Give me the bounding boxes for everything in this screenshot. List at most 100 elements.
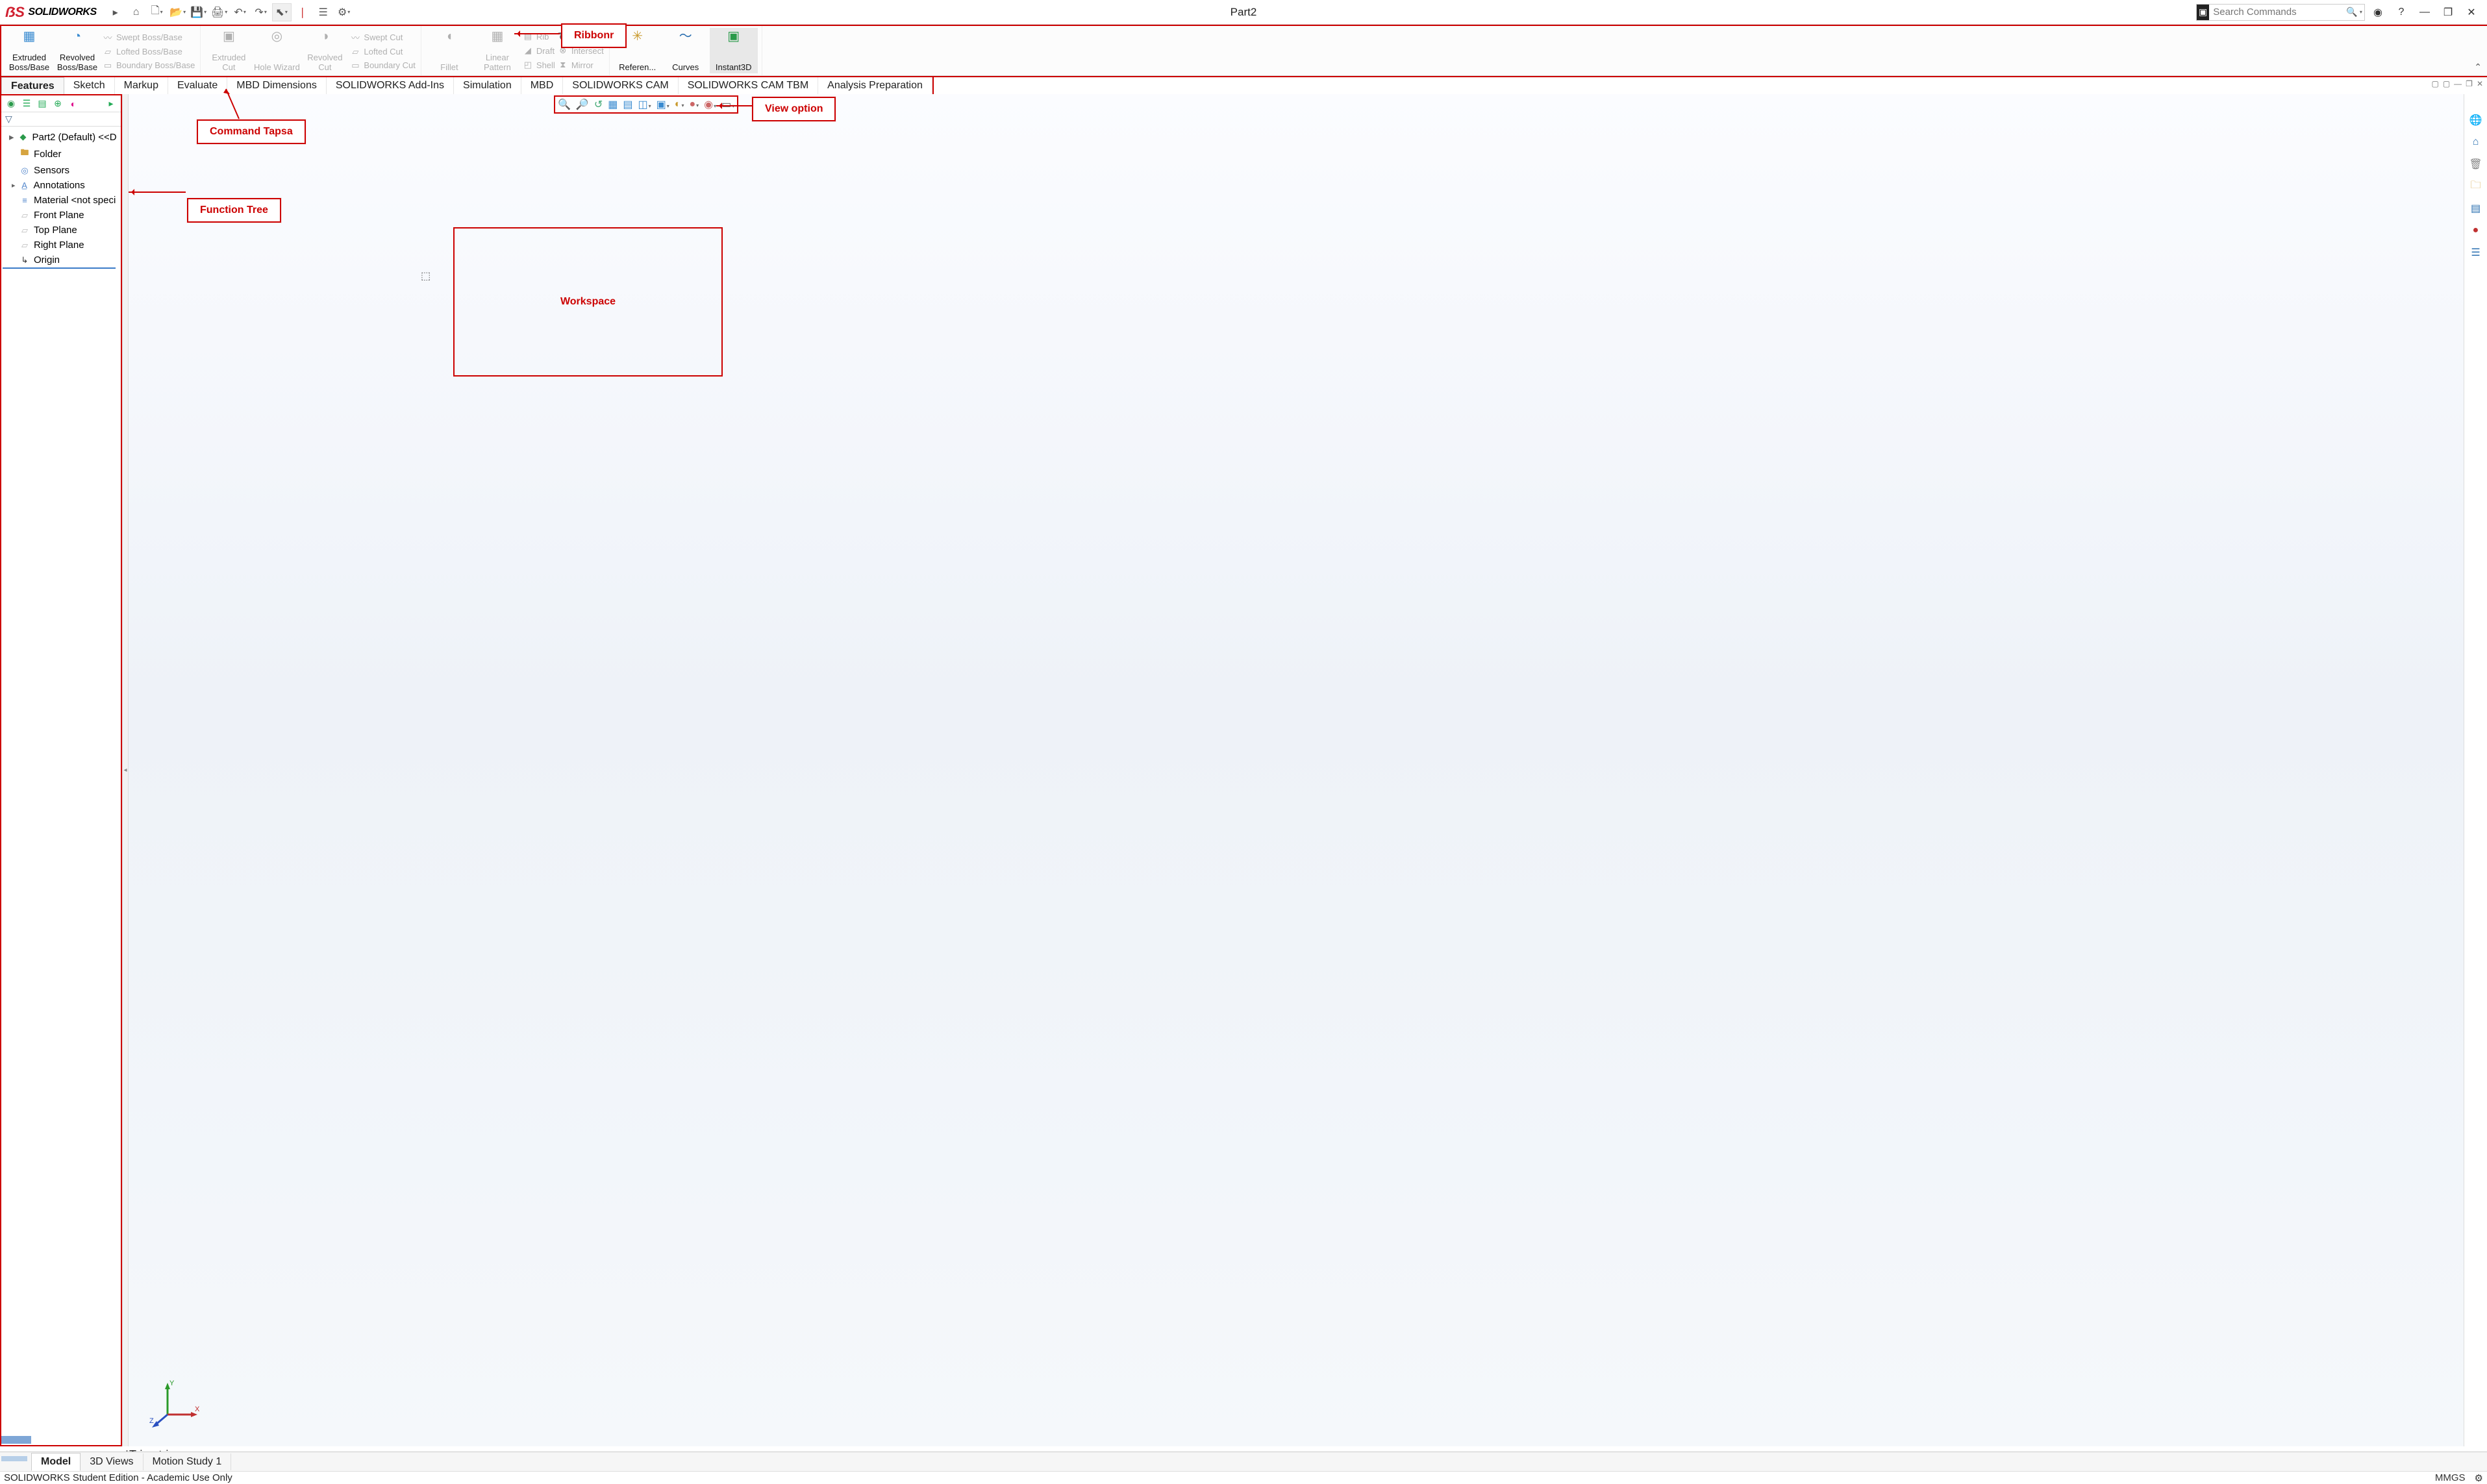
fm-tab-tree-icon[interactable]: ◉ — [4, 97, 18, 110]
tree-origin[interactable]: ↳Origin — [3, 253, 116, 269]
extruded-boss-button[interactable]: ▦ Extruded Boss/Base — [5, 28, 53, 73]
qat-rebuild-icon[interactable]: ❘ — [293, 3, 312, 21]
tab-cam[interactable]: SOLIDWORKS CAM — [563, 77, 678, 95]
selection-bar[interactable] — [1, 1456, 27, 1461]
tree-sensors[interactable]: ◎Sensors — [3, 163, 119, 178]
close-icon[interactable]: ✕ — [2461, 3, 2482, 21]
view-orientation-icon[interactable]: ◫▾ — [638, 98, 651, 111]
dynamic-annotation-icon[interactable]: ▤ — [623, 98, 632, 111]
tree-root[interactable]: ▸◆Part2 (Default) <<D — [3, 129, 119, 145]
fm-tab-dim-icon[interactable]: ⊕ — [51, 97, 65, 110]
fm-tab-config-icon[interactable]: ▤ — [35, 97, 49, 110]
hide-show-icon[interactable]: ◐▾ — [675, 99, 684, 110]
qat-options-icon[interactable]: ⚙▾ — [334, 3, 354, 21]
qat-play-icon[interactable]: ▸ — [106, 3, 125, 21]
tab-addins[interactable]: SOLIDWORKS Add-Ins — [327, 77, 454, 95]
tree-annotations[interactable]: ▸A̲Annotations — [3, 178, 119, 193]
revolved-boss-button[interactable]: ◔ Revolved Boss/Base — [53, 28, 101, 73]
help-icon[interactable]: ? — [2391, 3, 2412, 21]
qat-redo-icon[interactable]: ↷▾ — [251, 3, 271, 21]
zoom-area-icon[interactable]: 🔎 — [576, 98, 589, 111]
graphics-area[interactable]: 🔍 🔎 ↺ ▦ ▤ ◫▾ ▣▾ ◐▾ ●▾ ◉▾ ▭▾ View option … — [129, 94, 2464, 1446]
qat-new-icon[interactable]: 🗋▾ — [147, 3, 167, 21]
mdi-restore-icon[interactable]: ❐ — [2466, 79, 2473, 88]
search-magnifier-icon[interactable]: 🔍 — [2346, 6, 2357, 18]
qat-undo-icon[interactable]: ↶▾ — [231, 3, 250, 21]
tab-sketch[interactable]: Sketch — [64, 77, 115, 95]
mirror-button[interactable]: ⧗Mirror — [558, 60, 604, 70]
mdi-minimize-icon[interactable]: — — [2454, 79, 2462, 88]
prev-view-icon[interactable]: ↺ — [594, 98, 603, 111]
search-dropdown-icon[interactable]: ▾ — [2358, 9, 2364, 15]
boundary-boss-button[interactable]: ▭Boundary Boss/Base — [103, 60, 195, 71]
status-gear-icon[interactable]: ⚙ — [2475, 1472, 2483, 1484]
zoom-fit-icon[interactable]: 🔍 — [558, 98, 571, 111]
extruded-cut-button[interactable]: ▣Extruded Cut — [205, 28, 253, 73]
boundary-cut-button[interactable]: ▭Boundary Cut — [350, 60, 416, 71]
tp-view-palette-icon[interactable]: ▤ — [2468, 201, 2484, 216]
bottom-tab-motion[interactable]: Motion Study 1 — [144, 1453, 232, 1470]
curves-button[interactable]: 〜Curves — [662, 28, 710, 73]
swept-boss-button[interactable]: 〰Swept Boss/Base — [103, 31, 195, 43]
fm-filter-row[interactable]: ▽ — [1, 112, 121, 127]
hole-wizard-button[interactable]: ◎Hole Wizard — [253, 28, 301, 73]
shell-button[interactable]: ◰Shell — [523, 60, 555, 70]
display-style-icon[interactable]: ▣▾ — [656, 98, 669, 111]
apply-scene-icon[interactable]: ◉▾ — [704, 98, 716, 111]
minimize-icon[interactable]: — — [2414, 3, 2435, 21]
expand-icon[interactable]: ▸ — [9, 131, 14, 143]
qat-open-icon[interactable]: 📂▾ — [168, 3, 188, 21]
tab-mbd[interactable]: MBD — [521, 77, 564, 95]
orientation-triad[interactable]: Y X Z — [148, 1379, 200, 1431]
bottom-tab-3dviews[interactable]: 3D Views — [81, 1453, 143, 1470]
panel-collapse-handle[interactable]: ◂ — [122, 94, 129, 1446]
search-commands[interactable]: ▣ 🔍 ▾ — [2196, 4, 2365, 21]
swept-cut-button[interactable]: 〰Swept Cut — [350, 31, 416, 43]
search-input[interactable] — [2209, 6, 2346, 18]
tp-custom-props-icon[interactable]: ☰ — [2468, 245, 2484, 260]
tp-home-icon[interactable]: ⌂ — [2468, 134, 2484, 150]
status-units[interactable]: MMGS — [2435, 1472, 2466, 1483]
tp-appearances-icon[interactable]: ● — [2468, 223, 2484, 238]
tab-analysis-prep[interactable]: Analysis Preparation — [818, 77, 932, 95]
lofted-boss-button[interactable]: ▱Lofted Boss/Base — [103, 47, 195, 57]
qat-print-icon[interactable]: 🖨▾ — [210, 3, 229, 21]
lofted-cut-button[interactable]: ▱Lofted Cut — [350, 47, 416, 57]
fm-tab-property-icon[interactable]: ☰ — [19, 97, 34, 110]
mdi-icon[interactable]: ▢ — [2431, 79, 2438, 88]
tree-top-plane[interactable]: ▱Top Plane — [3, 223, 119, 238]
draft-button[interactable]: ◢Draft — [523, 45, 555, 56]
revolved-cut-button[interactable]: ◑Revolved Cut — [301, 28, 349, 73]
bottom-tab-model[interactable]: Model — [31, 1453, 81, 1471]
fm-tab-display-icon[interactable]: ◐ — [66, 97, 81, 110]
tab-features[interactable]: Features — [1, 77, 64, 95]
tab-evaluate[interactable]: Evaluate — [168, 77, 227, 95]
edit-appearance-icon[interactable]: ●▾ — [689, 99, 699, 110]
qat-save-icon[interactable]: 💾▾ — [189, 3, 208, 21]
tree-front-plane[interactable]: ▱Front Plane — [3, 208, 119, 223]
tree-folder[interactable]: 🖿Folder — [3, 145, 119, 163]
tree-material[interactable]: ≡Material <not speci — [3, 193, 119, 208]
tp-resources-icon[interactable]: 🌐 — [2468, 112, 2484, 128]
ribbon-collapse-icon[interactable]: ⌃ — [2474, 62, 2482, 73]
fillet-button[interactable]: ◖Fillet — [425, 28, 473, 73]
fm-tab-more-icon[interactable]: ▸ — [104, 97, 118, 110]
view-settings-icon[interactable]: ▭▾ — [721, 98, 734, 111]
tp-file-explorer-icon[interactable]: 🗀 — [2468, 179, 2484, 194]
section-view-icon[interactable]: ▦ — [608, 98, 618, 111]
qat-select-icon[interactable]: ⬉▾ — [272, 3, 292, 21]
timeline-segment[interactable] — [1, 1436, 31, 1444]
tab-simulation[interactable]: Simulation — [454, 77, 521, 95]
tp-library-icon[interactable]: 🗑 — [2468, 156, 2484, 172]
tab-markup[interactable]: Markup — [115, 77, 168, 95]
mdi-close-icon[interactable]: ✕ — [2477, 79, 2483, 88]
restore-icon[interactable]: ❐ — [2438, 3, 2458, 21]
tab-cam-tbm[interactable]: SOLIDWORKS CAM TBM — [679, 77, 818, 95]
user-icon[interactable]: ◉ — [2368, 3, 2388, 21]
tree-right-plane[interactable]: ▱Right Plane — [3, 238, 119, 253]
expand-icon[interactable]: ▸ — [12, 181, 16, 190]
mdi-icon[interactable]: ▢ — [2443, 79, 2450, 88]
qat-filter-icon[interactable]: ☰ — [314, 3, 333, 21]
qat-home-icon[interactable]: ⌂ — [127, 3, 146, 21]
instant3d-button[interactable]: ▣Instant3D — [710, 28, 758, 73]
